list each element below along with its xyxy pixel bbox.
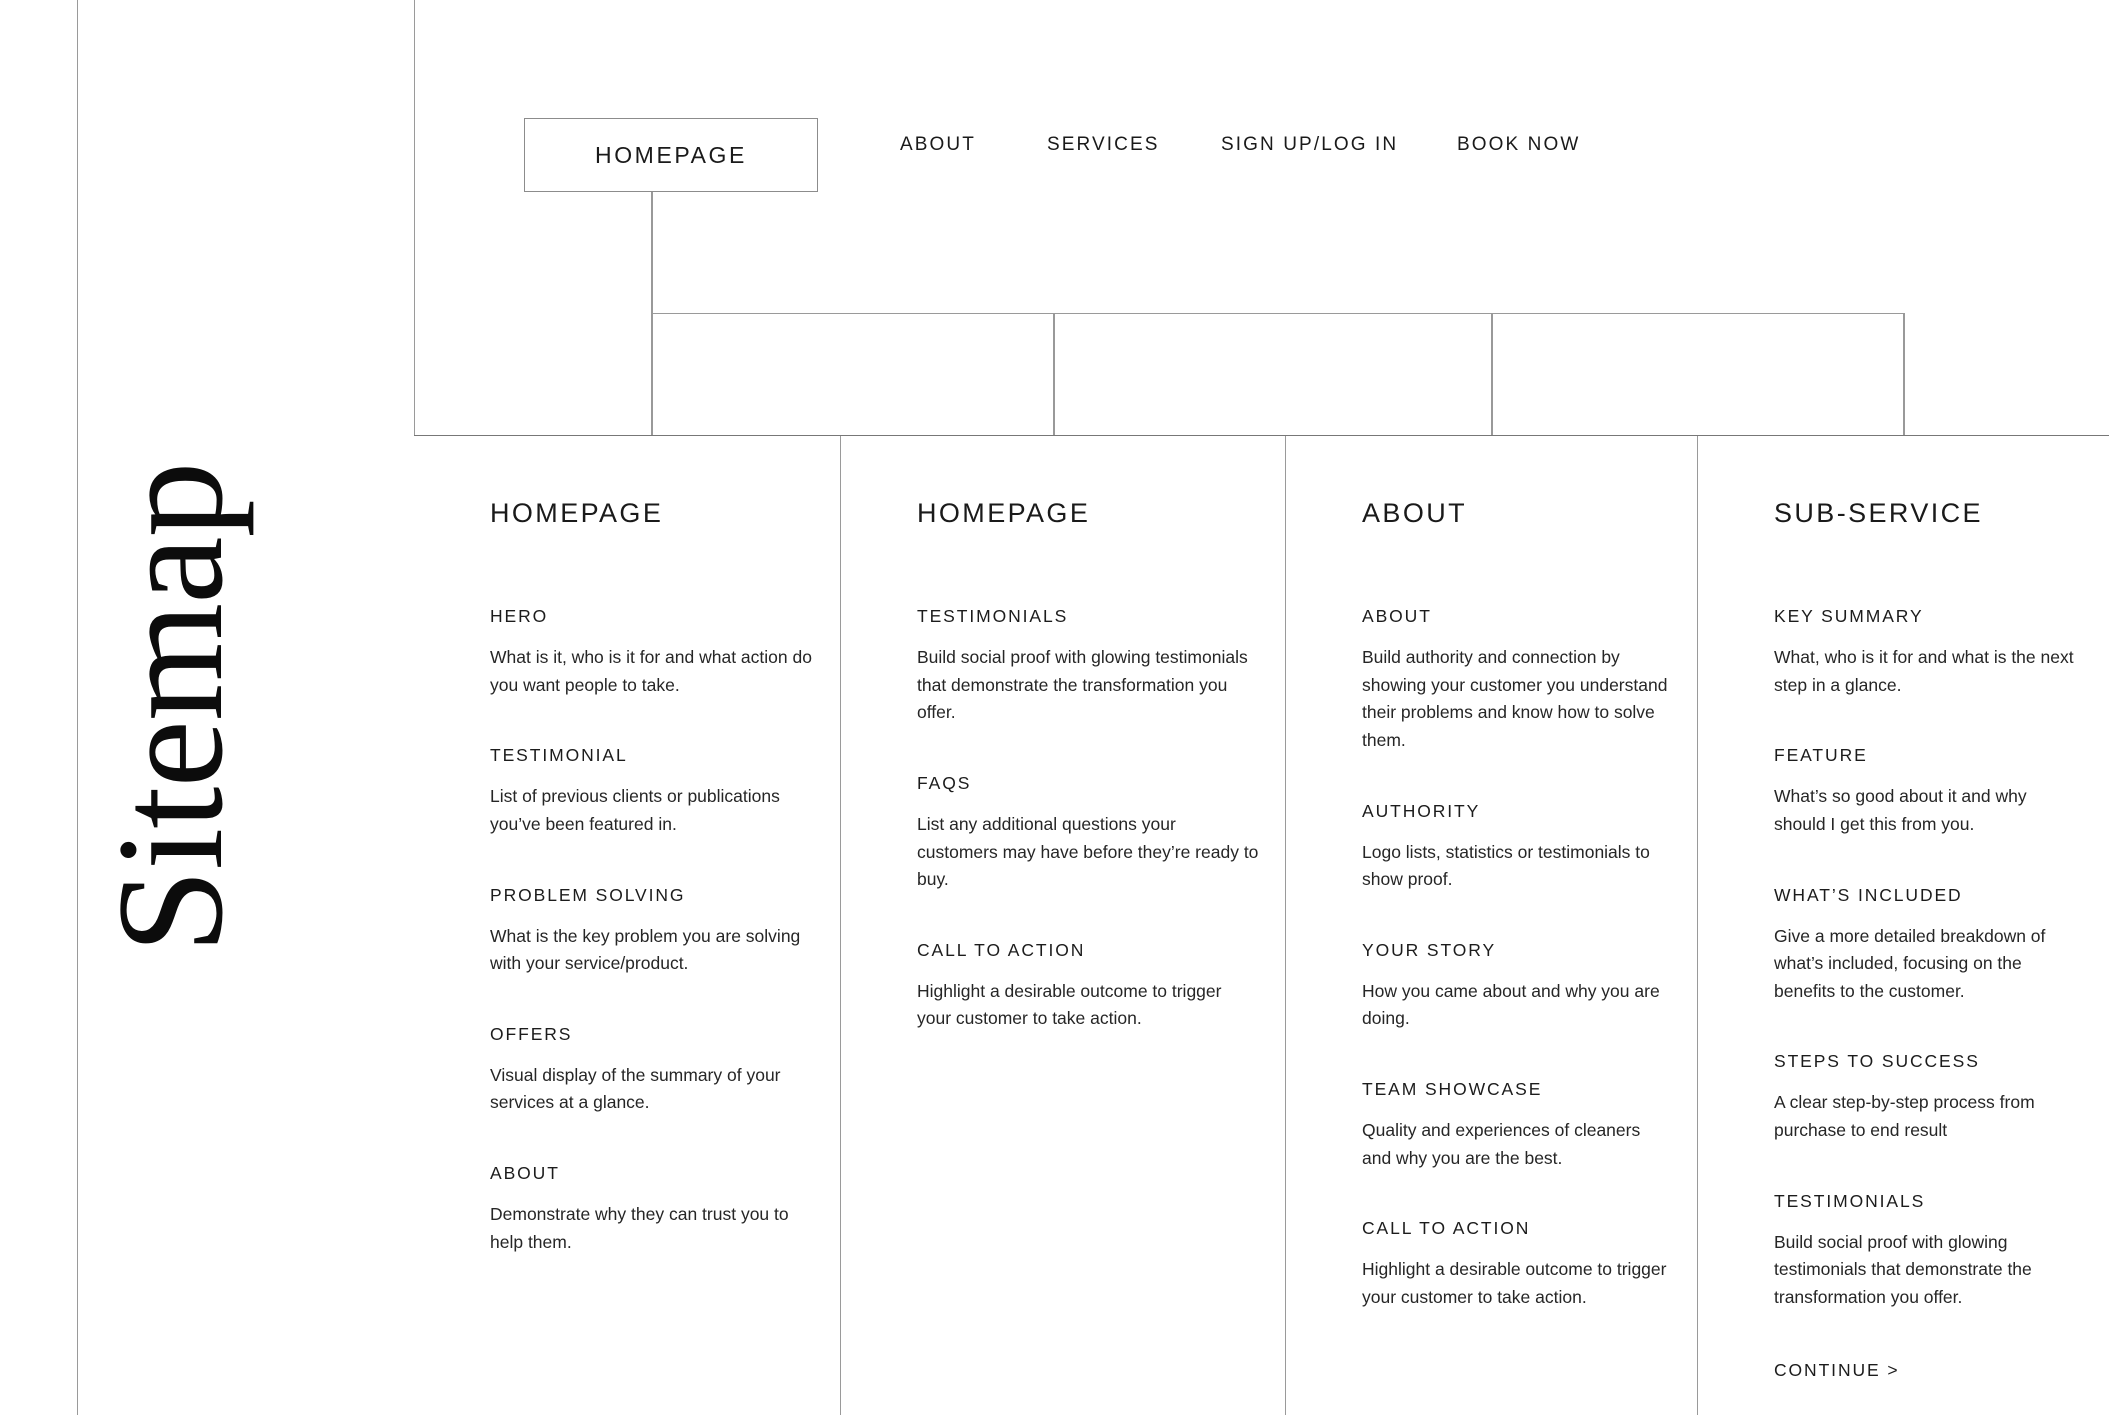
nav-link-signup-login-label: SIGN UP/LOG IN	[1221, 134, 1399, 155]
section-about: ABOUT Build authority and connection by …	[1362, 606, 1671, 755]
connector-homepage-stem	[651, 192, 653, 314]
section-body: What is the key problem you are solving …	[490, 925, 801, 974]
connector-drop-1	[651, 313, 653, 435]
section-team-showcase: TEAM SHOWCASE Quality and experiences of…	[1362, 1079, 1671, 1172]
section-body: Demonstrate why they can trust you to he…	[490, 1204, 789, 1252]
section-body: Give a more detailed breakdown of what’s…	[1774, 925, 2046, 1001]
section-body: How you came about and why you are doing…	[1362, 980, 1660, 1029]
section-call-to-action: CALL TO ACTION Highlight a desirable out…	[917, 940, 1259, 1033]
section-title: YOUR STORY	[1362, 939, 1497, 960]
column-heading: ABOUT	[1362, 498, 1468, 528]
column-homepage-1: HOMEPAGE HERO What is it, who is it for …	[414, 436, 840, 1415]
section-title: HERO	[490, 606, 549, 626]
section-authority: AUTHORITY Logo lists, statistics or test…	[1362, 801, 1671, 894]
column-heading: SUB-SERVICE	[1774, 498, 1983, 528]
section-list: ABOUT Build authority and connection by …	[1362, 606, 1671, 1312]
section-faqs: FAQS List any additional questions your …	[917, 773, 1259, 894]
nav-link-about[interactable]: ABOUT	[900, 134, 976, 156]
connector-branch-bar	[651, 313, 1904, 314]
nav-link-services-label: SERVICES	[1047, 134, 1160, 155]
section-body: List of previous clients or publications…	[490, 786, 780, 834]
section-whats-included: WHAT’S INCLUDED Give a more detailed bre…	[1774, 885, 2083, 1006]
section-body: What’s so good about it and why should I…	[1774, 786, 2027, 834]
column-sub-service: SUB-SERVICE KEY SUMMARY What, who is it …	[1698, 436, 2109, 1415]
nav-link-signup-login[interactable]: SIGN UP/LOG IN	[1221, 134, 1398, 156]
section-title: KEY SUMMARY	[1774, 606, 1924, 626]
section-title: CALL TO ACTION	[1362, 1218, 1531, 1239]
section-title: CALL TO ACTION	[917, 939, 1086, 960]
section-title: PROBLEM SOLVING	[490, 884, 686, 905]
section-title: STEPS TO SUCCESS	[1774, 1051, 1980, 1072]
section-testimonials: TESTIMONIALS Build social proof with glo…	[917, 606, 1259, 727]
column-homepage-2: HOMEPAGE TESTIMONIALS Build social proof…	[841, 436, 1285, 1415]
nav-link-book-now-label: BOOK NOW	[1457, 134, 1581, 155]
continue-link[interactable]: CONTINUE >	[1774, 1360, 2083, 1381]
section-list: TESTIMONIALS Build social proof with glo…	[917, 606, 1259, 1033]
section-testimonial: TESTIMONIAL List of previous clients or …	[490, 745, 814, 838]
section-body: Quality and experiences of cleaners and …	[1362, 1120, 1641, 1168]
section-body: Highlight a desirable outcome to trigger…	[917, 980, 1222, 1029]
section-about: ABOUT Demonstrate why they can trust you…	[490, 1163, 814, 1256]
node-homepage-label: HOMEPAGE	[594, 141, 747, 168]
sitemap-diagram: Sitemap HOMEPAGE ABOUT SERVICES SIGN UP/…	[0, 0, 2109, 1415]
nav-link-about-label: ABOUT	[900, 134, 976, 155]
section-list: HERO What is it, who is it for and what …	[490, 606, 814, 1256]
rail-divider-second	[414, 0, 415, 435]
section-call-to-action: CALL TO ACTION Highlight a desirable out…	[1362, 1218, 1671, 1311]
section-offers: OFFERS Visual display of the summary of …	[490, 1024, 814, 1117]
section-title: TESTIMONIALS	[1774, 1190, 1926, 1211]
rail-divider-left	[77, 0, 78, 1415]
section-title: TESTIMONIAL	[490, 745, 628, 766]
section-feature: FEATURE What’s so good about it and why …	[1774, 745, 2083, 838]
connector-drop-3	[1491, 313, 1493, 435]
section-title: TEAM SHOWCASE	[1362, 1079, 1543, 1100]
node-homepage[interactable]: HOMEPAGE	[524, 118, 818, 192]
column-heading: HOMEPAGE	[917, 498, 1091, 528]
section-body: Highlight a desirable outcome to trigger…	[1362, 1259, 1667, 1308]
nav-link-book-now[interactable]: BOOK NOW	[1457, 134, 1580, 156]
section-title: AUTHORITY	[1362, 800, 1481, 821]
connector-drop-4	[1903, 313, 1905, 435]
page-title-text: Sitemap	[86, 461, 254, 954]
column-about: ABOUT ABOUT Build authority and connecti…	[1286, 436, 1697, 1415]
connector-drop-2	[1053, 313, 1055, 435]
section-title: TESTIMONIALS	[917, 606, 1069, 626]
section-body: Visual display of the summary of your se…	[490, 1064, 781, 1113]
section-problem-solving: PROBLEM SOLVING What is the key problem …	[490, 885, 814, 978]
section-key-summary: KEY SUMMARY What, who is it for and what…	[1774, 606, 2083, 699]
section-list: KEY SUMMARY What, who is it for and what…	[1774, 606, 2083, 1381]
section-title: ABOUT	[1362, 606, 1432, 626]
section-body: A clear step-by-step process from purcha…	[1774, 1092, 2035, 1141]
section-body: Build social proof with glowing testimon…	[917, 647, 1248, 723]
section-body: Logo lists, statistics or testimonials t…	[1362, 841, 1650, 890]
section-title: FEATURE	[1774, 745, 1868, 766]
column-heading: HOMEPAGE	[490, 498, 664, 528]
section-steps-to-success: STEPS TO SUCCESS A clear step-by-step pr…	[1774, 1051, 2083, 1144]
section-body: What, who is it for and what is the next…	[1774, 647, 2074, 695]
section-body: Build authority and connection by showin…	[1362, 647, 1668, 750]
section-title: FAQS	[917, 772, 972, 793]
section-your-story: YOUR STORY How you came about and why yo…	[1362, 940, 1671, 1033]
section-hero: HERO What is it, who is it for and what …	[490, 606, 814, 699]
section-title: WHAT’S INCLUDED	[1774, 884, 1963, 905]
column-band: HOMEPAGE HERO What is it, who is it for …	[414, 436, 2109, 1415]
section-title: OFFERS	[490, 1023, 573, 1044]
section-testimonials: TESTIMONIALS Build social proof with glo…	[1774, 1191, 2083, 1312]
section-body: List any additional questions your custo…	[917, 813, 1259, 890]
section-body: What is it, who is it for and what actio…	[490, 647, 812, 695]
page-title: Sitemap	[0, 0, 340, 1415]
nav-link-services[interactable]: SERVICES	[1047, 134, 1160, 156]
section-body: Build social proof with glowing testimon…	[1774, 1231, 2032, 1308]
section-title: ABOUT	[490, 1163, 560, 1184]
